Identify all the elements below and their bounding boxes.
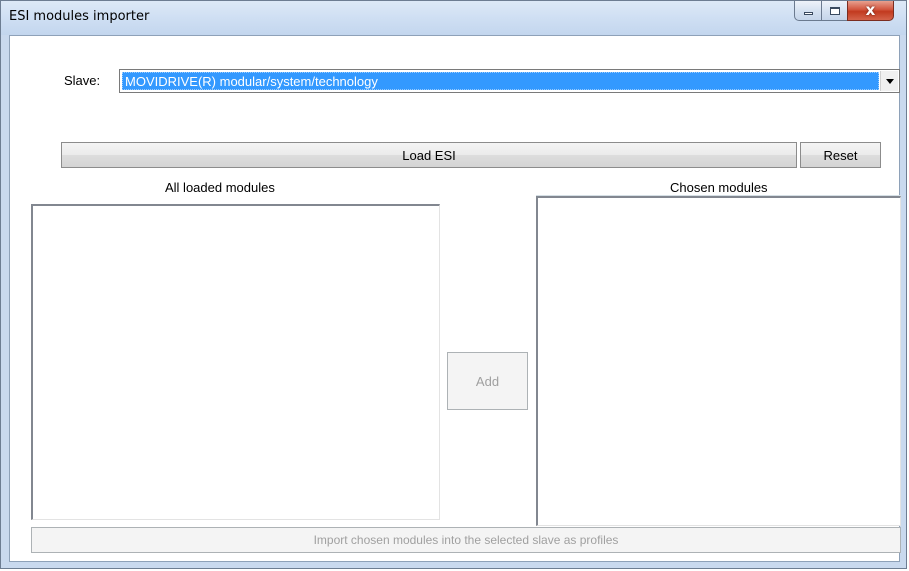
import-modules-button[interactable]: Import chosen modules into the selected … (31, 527, 901, 553)
all-loaded-modules-title: All loaded modules (165, 180, 275, 195)
slave-dropdown-button[interactable] (880, 71, 898, 91)
client-area: Slave: MOVIDRIVE(R) modular/system/techn… (9, 35, 901, 562)
app-window: ESI modules importer x Slave: MOVIDRIVE(… (0, 0, 907, 569)
all-loaded-modules-list[interactable] (31, 204, 440, 520)
add-button[interactable]: Add (447, 352, 528, 410)
close-icon: x (865, 1, 876, 19)
reset-button[interactable]: Reset (800, 142, 881, 168)
maximize-button[interactable] (821, 1, 848, 21)
window-title: ESI modules importer (9, 9, 150, 24)
title-bar[interactable]: ESI modules importer x (1, 1, 906, 35)
chevron-down-icon (885, 78, 894, 84)
chosen-modules-list[interactable] (536, 196, 901, 526)
close-button[interactable]: x (847, 1, 894, 21)
minimize-button[interactable] (794, 1, 822, 21)
load-esi-button[interactable]: Load ESI (61, 142, 797, 168)
slave-select[interactable]: MOVIDRIVE(R) modular/system/technology (119, 69, 900, 93)
minimize-icon (803, 12, 813, 15)
maximize-icon (829, 6, 840, 15)
slave-label: Slave: (64, 73, 101, 88)
chosen-modules-title: Chosen modules (668, 180, 770, 195)
slave-selected-value: MOVIDRIVE(R) modular/system/technology (122, 72, 879, 90)
